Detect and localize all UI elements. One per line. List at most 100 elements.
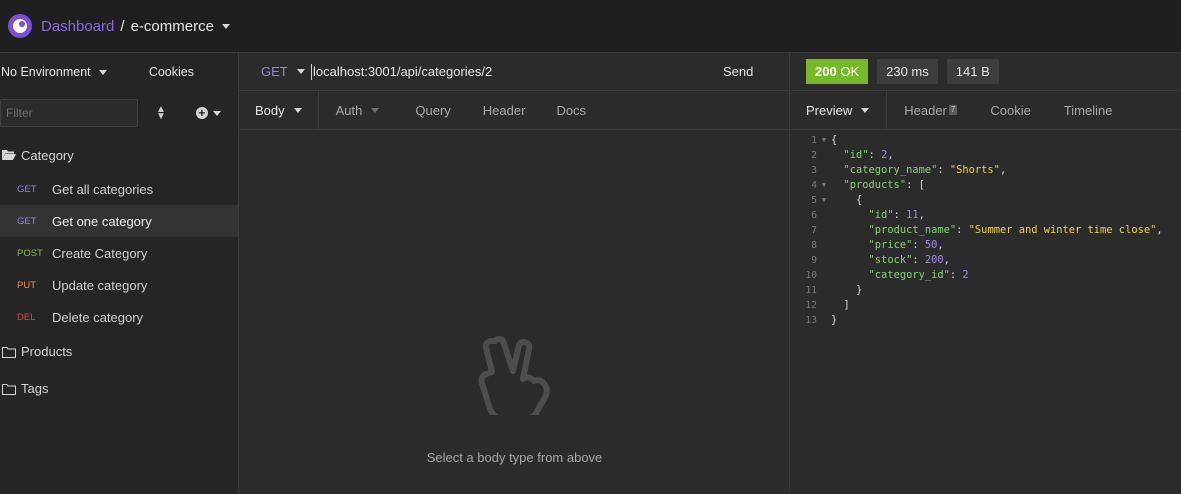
tab-cookie[interactable]: Cookie xyxy=(957,91,1030,129)
workspace-dropdown-icon[interactable] xyxy=(221,23,230,29)
method-badge: DEL xyxy=(17,311,36,323)
empty-state-text: Select a body type from above xyxy=(426,450,603,465)
add-item-button[interactable]: + xyxy=(195,107,221,119)
request-item-delete-category[interactable]: DEL Delete category xyxy=(0,301,238,333)
fold-gutter xyxy=(817,163,831,178)
code-line: 1 ▼{ xyxy=(791,133,1181,148)
request-item-create-category[interactable]: POST Create Category xyxy=(0,237,238,269)
chevron-down-icon xyxy=(98,70,107,76)
tab-query[interactable]: Query xyxy=(379,91,450,129)
folder-category[interactable]: Category xyxy=(0,137,238,173)
request-tabs: Body Auth Query Header Docs xyxy=(239,91,789,130)
time-badge: 230 ms xyxy=(877,59,938,84)
insomnia-logo-icon[interactable] xyxy=(8,14,32,38)
code-content: "category_name": "Shorts", xyxy=(843,164,1007,176)
code-line: 6 "id": 11, xyxy=(791,208,1181,223)
line-number: 3 xyxy=(811,165,817,176)
status-text: OK xyxy=(840,64,860,79)
breadcrumb-dashboard[interactable]: Dashboard xyxy=(41,18,114,35)
send-button[interactable]: Send xyxy=(723,64,789,79)
code-line: 8 "price": 50, xyxy=(791,238,1181,253)
folder-label: Tags xyxy=(21,381,49,396)
header-count-badge: 7 xyxy=(948,105,958,115)
cookies-button[interactable]: Cookies xyxy=(149,65,194,79)
peace-hand-icon xyxy=(478,336,550,422)
method-label: GET xyxy=(261,64,288,79)
line-number: 1 xyxy=(811,135,817,146)
fold-gutter xyxy=(817,313,831,328)
fold-arrow-icon[interactable]: ▼ xyxy=(817,178,831,193)
code-line: 13} xyxy=(791,313,1181,328)
folder-icon xyxy=(2,383,16,395)
code-content: { xyxy=(856,194,863,206)
folder-tags[interactable]: Tags xyxy=(0,370,238,407)
code-line: 10 "category_id": 2 xyxy=(791,268,1181,283)
size-badge: 141 B xyxy=(946,59,999,84)
request-item-get-one-category[interactable]: GET Get one category xyxy=(0,205,238,237)
folder-label: Products xyxy=(21,344,73,359)
response-tabs: Preview Header 7 Cookie Timeline xyxy=(791,91,1181,130)
code-line: 12 ] xyxy=(791,298,1181,313)
request-pane: GET localhost:3001/api/categories/2 Send… xyxy=(239,53,790,494)
chevron-down-icon xyxy=(212,110,221,116)
environment-row: No Environment Cookies xyxy=(0,53,238,91)
plus-icon: + xyxy=(195,107,208,119)
line-number: 6 xyxy=(811,210,817,221)
tab-response-header[interactable]: Header 7 xyxy=(887,91,958,129)
breadcrumb-separator: / xyxy=(120,17,125,35)
response-status-row: 200 OK 230 ms 141 B xyxy=(791,53,1181,91)
empty-state xyxy=(239,333,790,422)
response-body[interactable]: 1 ▼{2 "id": 2, 3 "category_name": "Shorts"… xyxy=(791,133,1181,328)
code-line: 5 ▼ { xyxy=(791,193,1181,208)
request-label: Delete category xyxy=(52,309,144,325)
code-content: ] xyxy=(843,299,850,311)
method-badge: GET xyxy=(17,183,37,195)
request-label: Get all categories xyxy=(52,181,154,197)
chevron-down-icon xyxy=(296,69,305,74)
method-badge: POST xyxy=(17,247,43,259)
request-item-get-all-categories[interactable]: GET Get all categories xyxy=(0,173,238,205)
code-content: { xyxy=(831,134,838,146)
sort-icon[interactable]: ▲ ▼ xyxy=(156,105,166,122)
fold-gutter xyxy=(817,298,831,313)
tab-auth[interactable]: Auth xyxy=(319,91,380,129)
code-content: "stock": 200, xyxy=(868,254,950,266)
method-badge: GET xyxy=(17,215,37,227)
url-bar: GET localhost:3001/api/categories/2 Send xyxy=(239,53,789,91)
method-selector[interactable]: GET xyxy=(239,64,311,79)
fold-arrow-icon[interactable]: ▼ xyxy=(817,193,831,208)
line-number: 2 xyxy=(811,150,817,161)
fold-arrow-icon[interactable]: ▼ xyxy=(817,133,831,148)
request-item-update-category[interactable]: PUT Update category xyxy=(0,269,238,301)
code-content: "id": 11, xyxy=(868,209,925,221)
line-number: 9 xyxy=(811,255,817,266)
environment-selector[interactable]: No Environment xyxy=(1,65,107,79)
chevron-down-icon xyxy=(371,107,380,113)
code-content: "product_name": "Summer and winter time … xyxy=(868,224,1163,236)
folder-open-icon xyxy=(2,150,16,160)
request-label: Update category xyxy=(52,277,148,293)
folder-products[interactable]: Products xyxy=(0,333,238,370)
breadcrumb-workspace[interactable]: e-commerce xyxy=(131,18,214,35)
fold-gutter xyxy=(817,283,831,298)
line-number: 5 xyxy=(811,195,817,206)
tab-preview[interactable]: Preview xyxy=(791,91,888,129)
line-number: 8 xyxy=(811,240,817,251)
tab-label: Header xyxy=(904,102,947,118)
tab-header[interactable]: Header xyxy=(451,91,526,129)
filter-input[interactable] xyxy=(0,99,138,127)
url-input[interactable]: localhost:3001/api/categories/2 xyxy=(311,63,723,80)
method-badge: PUT xyxy=(17,279,36,291)
code-line: 3 "category_name": "Shorts", xyxy=(791,163,1181,178)
code-line: 9 "stock": 200, xyxy=(791,253,1181,268)
fold-gutter xyxy=(817,223,831,238)
tab-body[interactable]: Body xyxy=(239,91,319,129)
tab-label: Preview xyxy=(806,102,853,118)
tab-timeline[interactable]: Timeline xyxy=(1031,91,1113,129)
chevron-down-icon xyxy=(293,107,302,113)
tab-docs[interactable]: Docs xyxy=(525,91,586,129)
code-content: "price": 50, xyxy=(868,239,944,251)
code-content: } xyxy=(856,284,863,296)
response-pane: 200 OK 230 ms 141 B Preview Header 7 Cook… xyxy=(791,53,1181,494)
code-content: "products": [ xyxy=(843,179,925,191)
